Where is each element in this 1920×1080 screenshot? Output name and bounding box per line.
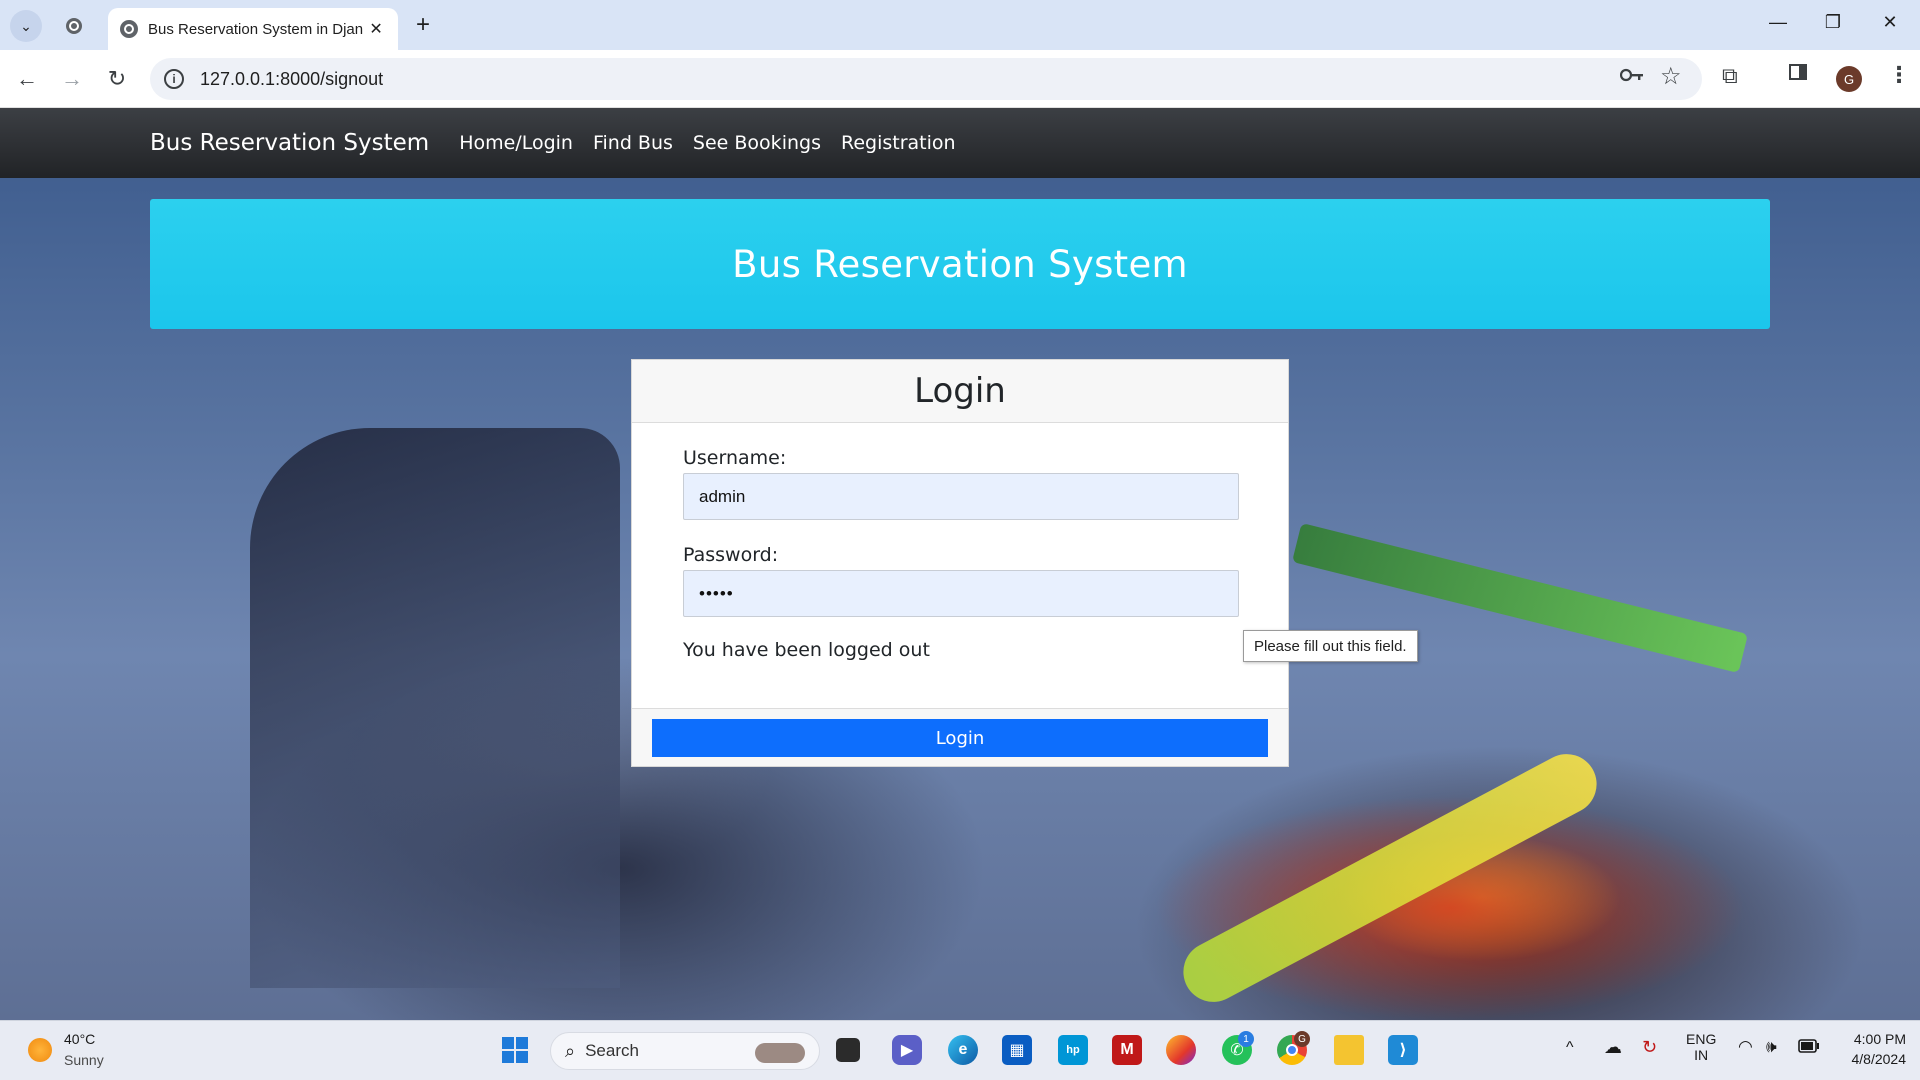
tray-overflow-icon[interactable]: ^	[1566, 1039, 1574, 1057]
background-bus-image	[250, 428, 620, 988]
volume-icon[interactable]: 🕪	[1766, 1037, 1777, 1057]
profile-avatar[interactable]: G	[1836, 66, 1862, 92]
weather-sun-icon[interactable]	[28, 1038, 52, 1062]
menu-icon[interactable]: ⋮	[1888, 62, 1910, 88]
browser-tab-bar: ⌄ Bus Reservation System in Djan ✕ + — ❐…	[0, 0, 1920, 50]
extensions-icon[interactable]: ⧉	[1722, 63, 1738, 89]
clock[interactable]: 4:00 PM 4/8/2024	[1836, 1031, 1907, 1067]
chrome-profile-badge: G	[1294, 1031, 1310, 1047]
browser-tab[interactable]: Bus Reservation System in Djan ✕	[108, 8, 398, 50]
file-explorer-icon[interactable]	[1334, 1035, 1364, 1065]
mcafee-icon[interactable]: M	[1112, 1035, 1142, 1065]
jumbotron-title: Bus Reservation System	[732, 242, 1188, 286]
username-input[interactable]: admin	[683, 473, 1239, 520]
reload-icon[interactable]: ↻	[102, 64, 132, 94]
windows-taskbar: 40°C Sunny ⌕ Search ▶ e ▦ hp M ✆ 1 G ⟩ ^…	[0, 1020, 1920, 1080]
star-icon[interactable]: ☆	[1660, 62, 1682, 91]
nav-link-home-login[interactable]: Home/Login	[459, 132, 573, 154]
new-tab-button[interactable]: +	[410, 12, 436, 38]
url-text[interactable]: 127.0.0.1:8000/signout	[200, 69, 383, 90]
login-card-footer: Login	[632, 708, 1288, 766]
weather-temperature[interactable]: 40°C	[64, 1031, 95, 1047]
login-card: Login Username: admin Password: ••••• Yo…	[631, 359, 1289, 767]
task-view-icon[interactable]	[836, 1038, 860, 1062]
search-highlight-image	[755, 1043, 805, 1063]
jumbotron: Bus Reservation System	[150, 199, 1770, 329]
tab-title: Bus Reservation System in Djan	[148, 20, 364, 38]
username-label: Username:	[683, 447, 787, 469]
weather-condition[interactable]: Sunny	[64, 1052, 104, 1068]
restore-icon[interactable]: ❐	[1818, 12, 1848, 33]
validation-tooltip: Please fill out this field.	[1243, 630, 1418, 662]
browser-toolbar: ← → ↻ i 127.0.0.1:8000/signout ☆ ⧉ ⋮	[0, 50, 1920, 108]
logout-message: You have been logged out	[683, 639, 930, 661]
onedrive-icon[interactable]: ☁	[1604, 1037, 1622, 1058]
language-indicator[interactable]: ENG IN	[1686, 1031, 1716, 1063]
password-label: Password:	[683, 544, 779, 566]
vscode-icon[interactable]: ⟩	[1388, 1035, 1418, 1065]
sidepanel-icon[interactable]	[1788, 62, 1808, 88]
site-navbar: Bus Reservation System Home/Login Find B…	[0, 108, 1920, 178]
wifi-icon[interactable]: ◠	[1738, 1037, 1753, 1057]
windows-start-icon[interactable]	[500, 1035, 530, 1065]
taskbar-search-text: Search	[585, 1041, 639, 1060]
minimize-icon[interactable]: —	[1763, 12, 1793, 33]
taskbar-search[interactable]: ⌕ Search	[550, 1032, 820, 1070]
store-icon[interactable]: ▦	[1002, 1035, 1032, 1065]
nav-link-see-bookings[interactable]: See Bookings	[693, 132, 821, 154]
site-globe-icon	[58, 10, 90, 42]
battery-icon[interactable]	[1798, 1039, 1820, 1056]
info-icon[interactable]: i	[164, 69, 184, 89]
sync-icon[interactable]: ↻	[1642, 1037, 1657, 1058]
search-icon: ⌕	[565, 1040, 576, 1061]
edge-icon[interactable]: e	[948, 1035, 978, 1065]
page-viewport: Bus Reservation System Home/Login Find B…	[0, 108, 1920, 1020]
favicon-icon	[120, 20, 138, 38]
close-window-icon[interactable]: ✕	[1875, 12, 1905, 33]
whatsapp-badge: 1	[1238, 1031, 1254, 1047]
teams-icon[interactable]: ▶	[892, 1035, 922, 1065]
login-card-body: Username: admin Password: ••••• You have…	[632, 423, 1288, 708]
login-card-header: Login	[632, 360, 1288, 423]
clock-time: 4:00 PM	[1853, 1031, 1906, 1047]
language-bottom: IN	[1694, 1047, 1709, 1063]
forward-icon[interactable]: →	[57, 64, 87, 94]
back-icon[interactable]: ←	[12, 64, 42, 94]
tab-search-icon[interactable]: ⌄	[10, 10, 42, 42]
tab-close-icon[interactable]: ✕	[366, 19, 386, 39]
language-top: ENG	[1686, 1031, 1717, 1047]
nav-link-find-bus[interactable]: Find Bus	[593, 132, 673, 154]
password-input[interactable]: •••••	[683, 570, 1239, 617]
background-bus-stripe	[1172, 743, 1608, 1013]
address-bar[interactable]: i 127.0.0.1:8000/signout	[150, 58, 1702, 100]
login-heading: Login	[914, 371, 1006, 411]
navbar-brand[interactable]: Bus Reservation System	[150, 130, 429, 156]
firefox-icon[interactable]	[1166, 1035, 1196, 1065]
nav-link-registration[interactable]: Registration	[841, 132, 956, 154]
login-button[interactable]: Login	[652, 719, 1268, 757]
myhp-icon[interactable]: hp	[1058, 1035, 1088, 1065]
clock-date: 4/8/2024	[1851, 1051, 1907, 1067]
key-icon[interactable]	[1619, 66, 1644, 89]
